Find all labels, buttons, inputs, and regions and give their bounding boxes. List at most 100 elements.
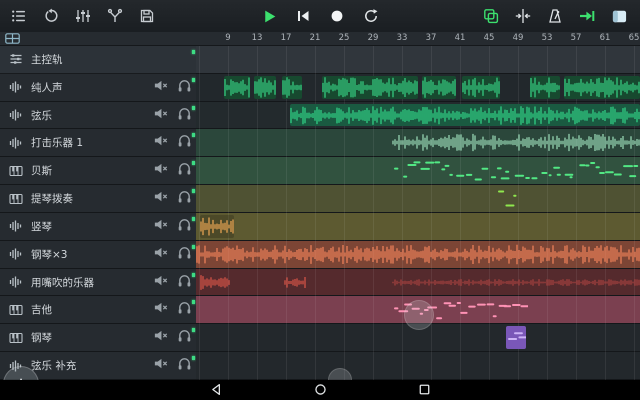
skip-to-start-button[interactable] xyxy=(290,3,316,29)
ruler-tick: 25 xyxy=(339,33,350,43)
tools-button[interactable] xyxy=(102,3,128,29)
track-header[interactable]: 钢琴×3 xyxy=(0,241,196,269)
mute-button[interactable] xyxy=(148,356,172,375)
track-name: 钢琴 xyxy=(31,330,148,345)
timeline-ruler[interactable]: 91317212529333741454953576165 xyxy=(196,32,640,46)
nav-back-button[interactable] xyxy=(204,382,228,398)
snap-icon xyxy=(515,8,531,24)
arrange-row[interactable] xyxy=(196,352,640,380)
arrange-row[interactable] xyxy=(196,269,640,297)
arrange-row[interactable] xyxy=(196,102,640,130)
mixer-button[interactable] xyxy=(70,3,96,29)
track-header[interactable]: 纯人声 xyxy=(0,74,196,102)
track-name: 竖琴 xyxy=(31,219,148,234)
level-meter xyxy=(192,245,195,249)
metronome-button[interactable] xyxy=(542,3,568,29)
wave-clip[interactable] xyxy=(224,76,250,99)
wave-clip[interactable] xyxy=(462,76,500,99)
toolbar-right-group xyxy=(478,0,640,32)
arrange-row[interactable] xyxy=(196,296,640,324)
loop-button[interactable] xyxy=(358,3,384,29)
wave-clip[interactable] xyxy=(422,76,456,99)
mute-button[interactable] xyxy=(148,328,172,347)
track-header[interactable]: 打击乐器 1 xyxy=(0,129,196,157)
menu-button[interactable] xyxy=(6,3,32,29)
save-button[interactable] xyxy=(134,3,160,29)
record-button[interactable] xyxy=(324,3,350,29)
ruler-tick: 37 xyxy=(426,33,437,43)
nav-home-button[interactable] xyxy=(308,382,332,398)
arrange-row[interactable] xyxy=(196,129,640,157)
copy-button[interactable] xyxy=(478,3,504,29)
nav-recents-button[interactable] xyxy=(412,382,436,398)
wave-clip[interactable] xyxy=(284,271,306,294)
notes-clip[interactable] xyxy=(392,298,528,321)
arrangement-area[interactable] xyxy=(196,46,640,380)
ruler-tick: 9 xyxy=(225,33,230,43)
mute-button[interactable] xyxy=(148,273,172,292)
arrange-row[interactable] xyxy=(196,157,640,185)
track-header[interactable]: 弦乐 xyxy=(0,102,196,130)
toolbar-left-group xyxy=(0,0,160,32)
mute-button[interactable] xyxy=(148,245,172,264)
ruler-tick: 41 xyxy=(455,33,466,43)
mute-button[interactable] xyxy=(148,161,172,180)
wave-clip[interactable] xyxy=(200,215,234,238)
metronome-icon xyxy=(547,8,563,24)
play-button[interactable] xyxy=(256,3,282,29)
track-header[interactable]: 吉他 xyxy=(0,296,196,324)
copy-icon xyxy=(483,8,499,24)
wave-clip[interactable] xyxy=(530,76,560,99)
snap-button[interactable] xyxy=(510,3,536,29)
track-header[interactable]: 提琴拨奏 xyxy=(0,185,196,213)
wave-clip[interactable] xyxy=(200,271,230,294)
ruler-tick: 61 xyxy=(600,33,611,43)
track-name: 弦乐 xyxy=(31,108,148,123)
wave-track-icon xyxy=(7,247,24,261)
arrange-row[interactable] xyxy=(196,74,640,102)
workspace: 主控轨纯人声弦乐打击乐器 1贝斯提琴拨奏竖琴钢琴×3用嘴吹的乐器吉他钢琴弦乐 补… xyxy=(0,46,640,380)
wave-clip[interactable] xyxy=(254,76,276,99)
wave-track-icon xyxy=(7,219,24,233)
mute-button[interactable] xyxy=(148,106,172,125)
wave-clip[interactable] xyxy=(392,131,640,154)
wave-clip[interactable] xyxy=(290,104,640,127)
wave-clip[interactable] xyxy=(322,76,418,99)
track-header[interactable]: 贝斯 xyxy=(0,157,196,185)
level-meter xyxy=(192,106,195,110)
mute-button[interactable] xyxy=(148,217,172,236)
panel-toggle-button[interactable] xyxy=(606,3,632,29)
wave-clip[interactable] xyxy=(564,76,640,99)
notes-clip[interactable] xyxy=(496,187,522,210)
track-header[interactable]: 用嘴吹的乐器 xyxy=(0,269,196,297)
fast-forward-button[interactable] xyxy=(574,3,600,29)
ruler-tick: 49 xyxy=(513,33,524,43)
arrange-row[interactable] xyxy=(196,241,640,269)
headphones-icon xyxy=(177,189,192,208)
level-meter xyxy=(192,50,195,54)
arrange-row[interactable] xyxy=(196,46,640,74)
speaker-mute-icon xyxy=(153,189,168,208)
speaker-mute-icon xyxy=(153,161,168,180)
block-clip[interactable] xyxy=(506,326,526,349)
track-header[interactable]: 主控轨 xyxy=(0,46,196,74)
track-header[interactable]: 钢琴 xyxy=(0,324,196,352)
headphones-icon xyxy=(177,328,192,347)
speaker-mute-icon xyxy=(153,300,168,319)
track-name: 弦乐 补充 xyxy=(31,358,148,373)
track-header[interactable]: 竖琴 xyxy=(0,213,196,241)
wave-clip[interactable] xyxy=(282,76,302,99)
wave-clip[interactable] xyxy=(196,243,640,266)
arrange-row[interactable] xyxy=(196,213,640,241)
arrange-row[interactable] xyxy=(196,324,640,352)
mute-button[interactable] xyxy=(148,133,172,152)
mute-button[interactable] xyxy=(148,300,172,319)
arrange-row[interactable] xyxy=(196,185,640,213)
headphones-icon xyxy=(177,78,192,97)
notes-clip[interactable] xyxy=(392,159,640,182)
speaker-mute-icon xyxy=(153,217,168,236)
mute-button[interactable] xyxy=(148,78,172,97)
mute-button[interactable] xyxy=(148,189,172,208)
wave-clip[interactable] xyxy=(392,271,640,294)
undo-button[interactable] xyxy=(38,3,64,29)
